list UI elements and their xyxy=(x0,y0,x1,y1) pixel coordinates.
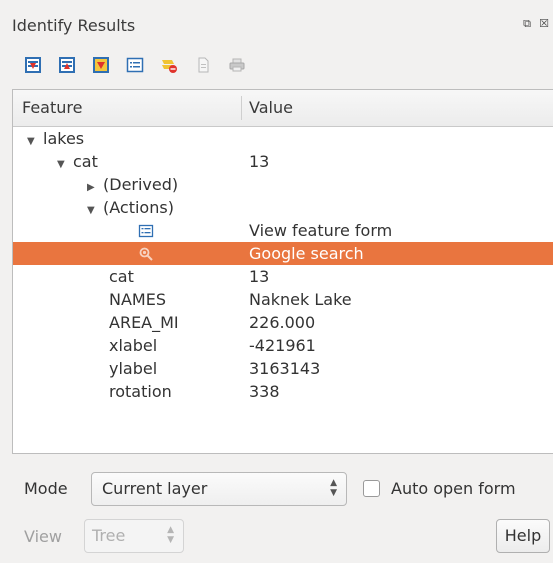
row-value: 226.000 xyxy=(249,313,316,332)
identify-toolbar xyxy=(22,53,248,77)
expand-new-results-icon[interactable] xyxy=(90,54,112,76)
down-arrow-icon: ▼ xyxy=(330,488,337,498)
row-value: View feature form xyxy=(249,221,393,240)
row-feature: ylabel xyxy=(109,359,158,378)
tree-row-attribute[interactable]: cat 13 xyxy=(13,265,553,288)
row-value: Naknek Lake xyxy=(249,290,352,309)
row-value: 338 xyxy=(249,382,280,401)
row-feature: rotation xyxy=(109,382,172,401)
row-feature: xlabel xyxy=(109,336,158,355)
tree-row-actions[interactable]: ▼ (Actions) xyxy=(13,196,553,219)
help-button[interactable]: Help xyxy=(496,519,550,553)
down-arrow-icon: ▼ xyxy=(167,535,174,545)
tree-row-attribute[interactable]: NAMES Naknek Lake xyxy=(13,288,553,311)
auto-open-form-label[interactable]: Auto open form xyxy=(391,479,516,498)
row-feature: lakes xyxy=(43,129,85,148)
tree-row-attribute[interactable]: AREA_MI 226.000 xyxy=(13,311,553,334)
tree-row-action-view-form[interactable]: View feature form xyxy=(13,219,553,242)
view-label: View xyxy=(24,527,62,546)
tree-row-attribute[interactable]: rotation 338 xyxy=(13,380,553,403)
auto-open-form-checkbox[interactable] xyxy=(363,480,380,497)
tree-row-layer-lakes[interactable]: ▼ lakes xyxy=(13,127,553,150)
up-arrow-icon: ▲ xyxy=(167,525,174,535)
identify-results-tree[interactable]: Feature Value ▼ lakes ▼ cat 13 ▶ (Derived) … xyxy=(12,89,553,454)
tree-rows: ▼lakes ▼cat 13 ▶(Derived) ▼(Actions) xyxy=(13,127,553,403)
header-divider xyxy=(241,96,242,120)
combo-arrows-icon: ▲ ▼ xyxy=(167,525,174,545)
expand-tree-icon[interactable] xyxy=(22,54,44,76)
print-icon[interactable] xyxy=(226,54,248,76)
mode-label: Mode xyxy=(24,479,68,498)
view-selected-value: Tree xyxy=(92,526,126,545)
row-feature: cat xyxy=(73,152,98,171)
row-feature: (Actions) xyxy=(103,198,174,217)
row-value: Google search xyxy=(249,244,364,263)
view-select[interactable]: Tree ▲ ▼ xyxy=(84,519,184,553)
tree-row-attribute[interactable]: xlabel -421961 xyxy=(13,334,553,357)
row-feature: (Derived) xyxy=(103,175,179,194)
row-feature: AREA_MI xyxy=(109,313,179,332)
row-value: -421961 xyxy=(249,336,316,355)
row-value: 13 xyxy=(249,152,270,171)
close-panel-icon[interactable]: ☒ xyxy=(538,18,550,30)
feature-form-icon xyxy=(138,222,154,238)
combo-arrows-icon: ▲ ▼ xyxy=(330,478,337,498)
clear-results-icon[interactable] xyxy=(158,54,180,76)
float-panel-icon[interactable]: ⧉ xyxy=(521,18,533,30)
collapse-tree-icon[interactable] xyxy=(56,54,78,76)
mode-select[interactable]: Current layer ▲ ▼ xyxy=(91,472,347,506)
copy-icon[interactable] xyxy=(192,54,214,76)
tree-header: Feature Value xyxy=(13,90,553,127)
open-form-icon[interactable] xyxy=(124,54,146,76)
feature-column-header[interactable]: Feature xyxy=(22,90,82,126)
panel-title: Identify Results xyxy=(12,16,136,35)
row-value: 13 xyxy=(249,267,270,286)
tree-row-attribute[interactable]: ylabel 3163143 xyxy=(13,357,553,380)
tree-row-feature-cat[interactable]: ▼ cat 13 xyxy=(13,150,553,173)
up-arrow-icon: ▲ xyxy=(330,478,337,488)
dock-title-bar: Identify Results ⧉ ☒ xyxy=(0,0,553,44)
value-column-header[interactable]: Value xyxy=(249,90,293,126)
row-feature: NAMES xyxy=(109,290,166,309)
row-value: 3163143 xyxy=(249,359,321,378)
mode-selected-value: Current layer xyxy=(102,479,208,498)
tree-row-derived[interactable]: ▶ (Derived) xyxy=(13,173,553,196)
action-search-icon xyxy=(138,245,154,261)
row-feature: cat xyxy=(109,267,134,286)
tree-row-action-google-search[interactable]: Google search xyxy=(13,242,553,265)
